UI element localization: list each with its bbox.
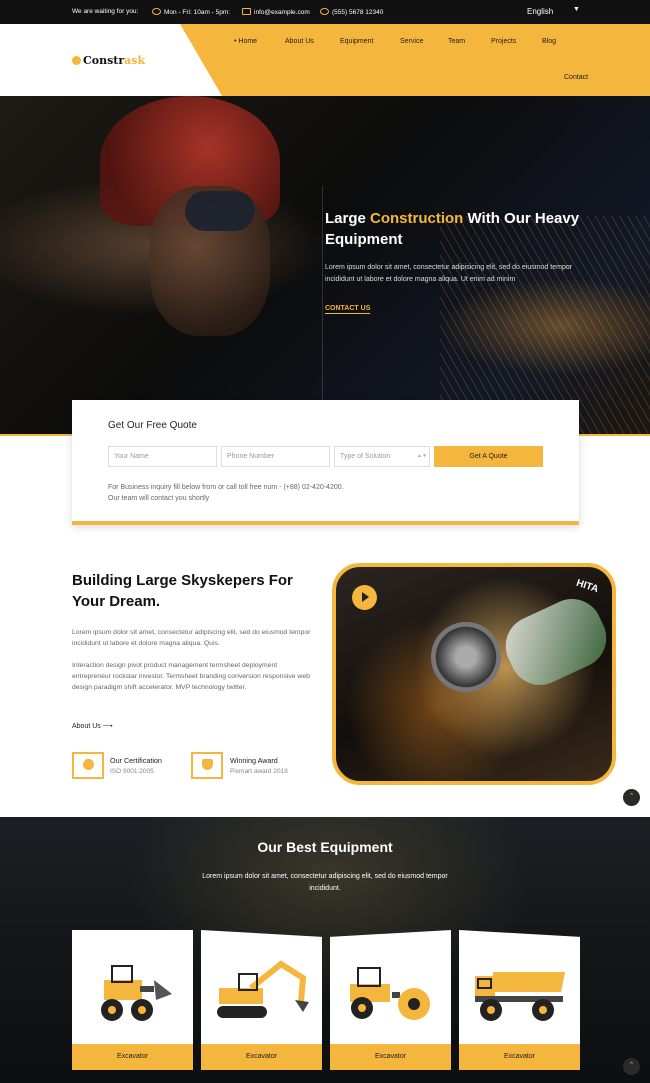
trophy-icon [202, 759, 213, 770]
hero-title-highlight: Construction [370, 210, 464, 227]
top-info-bar: We are waiting for you: Mon - Fri: 10am … [0, 0, 650, 24]
name-input[interactable]: Your Name [108, 446, 217, 467]
nav-blog[interactable]: Blog [542, 38, 556, 45]
hero-title: Large Construction With Our Heavy Equipm… [325, 210, 580, 248]
waiting-text: We are waiting for you: [72, 8, 139, 15]
play-icon[interactable] [352, 585, 377, 610]
nav-background [180, 24, 650, 96]
medal-icon [83, 759, 94, 770]
hours-text: Mon - Fri: 10am - 5pm: [164, 9, 231, 16]
equipment-card-label: Excavator [330, 1044, 451, 1070]
about-us-link[interactable]: About Us ⟶ [72, 722, 113, 730]
road-roller-icon [350, 967, 430, 1020]
equipment-card-label: Excavator [459, 1044, 580, 1070]
nav-about[interactable]: About Us [285, 38, 314, 45]
excavator-icon [217, 960, 309, 1018]
glove-photo [495, 589, 612, 695]
select-caret-icon: ▲▼ [417, 453, 427, 459]
hero-photo-goggles [185, 191, 255, 231]
solution-select[interactable]: Type of Solution [334, 446, 430, 467]
wheel-loader-icon [101, 965, 172, 1021]
about-us-label: About Us [72, 723, 101, 730]
phone-item[interactable]: (555) 5678 12340 [320, 8, 383, 16]
certification-badge [72, 752, 104, 779]
get-quote-button[interactable]: Get A Quote [434, 446, 543, 467]
phone-input[interactable]: Phone Number [221, 446, 330, 467]
logo[interactable]: Constrask [72, 54, 145, 67]
award-sub: Pixmart award 2018 [230, 768, 288, 775]
about-paragraph-2: Interaction design pivot product managem… [72, 662, 310, 691]
nav-home-label: Home [238, 38, 258, 45]
phone-icon [320, 8, 329, 15]
equipment-card[interactable]: Excavator [459, 930, 580, 1070]
cert-sub: ISO 9001:2005 [110, 768, 154, 775]
nav-service[interactable]: Service [400, 38, 423, 45]
scroll-top-icon[interactable]: ⌃ [623, 789, 640, 806]
nav-equipment[interactable]: Equipment [340, 38, 373, 45]
arrow-right-icon: ⟶ [102, 723, 113, 730]
quote-note-line1: For Business inquiry fill below from or … [108, 484, 344, 491]
quote-note: For Business inquiry fill below from or … [108, 482, 438, 504]
quote-title: Get Our Free Quote [108, 420, 197, 431]
envelope-icon [242, 8, 251, 15]
contact-us-link[interactable]: CONTACT US [325, 305, 371, 314]
nav-projects[interactable]: Projects [491, 38, 516, 45]
award-title: Winning Award [230, 756, 278, 765]
grinder-photo [431, 622, 501, 692]
quote-form-card: Get Our Free Quote Your Name Phone Numbe… [72, 400, 579, 525]
equipment-card-label: Excavator [72, 1044, 193, 1070]
site-header: Constrask • Home About Us Equipment Serv… [0, 24, 650, 96]
hero-text: Lorem ipsum dolor sit amet, consectetur … [325, 264, 573, 283]
award-badge [191, 752, 223, 779]
quote-note-line2: Our team will contact you shortly [108, 495, 210, 502]
logo-mark-icon [72, 56, 81, 65]
hours-item: Mon - Fri: 10am - 5pm: [152, 8, 230, 16]
nav-home[interactable]: • Home [234, 38, 257, 45]
hero-banner: Large Construction With Our Heavy Equipm… [0, 96, 650, 436]
equipment-card[interactable]: Excavator [201, 930, 322, 1070]
caret-down-icon[interactable]: ▼ [573, 6, 580, 13]
about-title: Building Large Skyskepers For Your Dream… [72, 572, 293, 610]
dump-truck-icon [475, 972, 565, 1021]
language-select[interactable]: English [527, 7, 553, 16]
phone-text[interactable]: (555) 5678 12340 [332, 9, 383, 16]
logo-accent-text: ask [124, 54, 146, 67]
equipment-card-label: Excavator [201, 1044, 322, 1070]
logo-text: Constr [83, 54, 125, 67]
about-paragraph-1: Lorem ipsum dolor sit amet, consectetur … [72, 629, 311, 647]
scroll-top-icon[interactable]: ⌃ [623, 1058, 640, 1075]
email-item[interactable]: info@example.com [242, 8, 310, 16]
nav-team[interactable]: Team [448, 38, 465, 45]
tool-brand-text: HITA [574, 577, 600, 596]
equipment-subtitle: Lorem ipsum dolor sit amet, consectetur … [202, 873, 448, 892]
nav-contact[interactable]: Contact [564, 74, 588, 81]
equipment-title: Our Best Equipment [257, 839, 393, 855]
cert-title: Our Certification [110, 756, 162, 765]
email-text[interactable]: info@example.com [254, 9, 310, 16]
equipment-card[interactable]: Excavator [72, 930, 193, 1070]
clock-icon [152, 8, 161, 15]
equipment-card[interactable]: Excavator [330, 930, 451, 1070]
